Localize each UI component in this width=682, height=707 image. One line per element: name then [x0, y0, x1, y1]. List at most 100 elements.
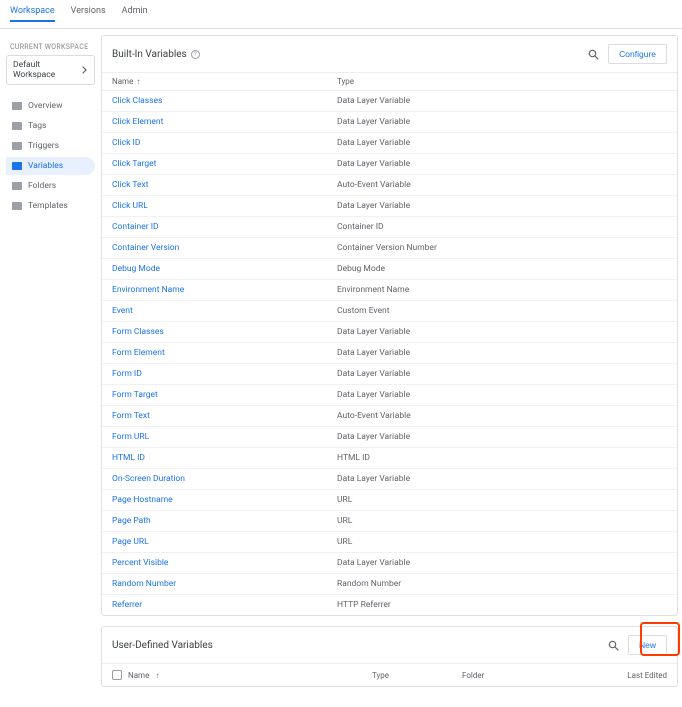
- sidebar-item-triggers[interactable]: Triggers: [6, 137, 95, 155]
- variable-link[interactable]: Click URL: [112, 201, 337, 211]
- table-row: Debug ModeDebug Mode: [102, 259, 677, 280]
- table-row: Container IDContainer ID: [102, 217, 677, 238]
- variable-link[interactable]: Event: [112, 306, 337, 316]
- search-icon[interactable]: [588, 49, 598, 59]
- sidebar-item-label: Templates: [28, 201, 68, 211]
- table-row: Form ElementData Layer Variable: [102, 343, 677, 364]
- variable-type: Auto-Event Variable: [337, 180, 667, 190]
- variable-link[interactable]: Page Path: [112, 516, 337, 526]
- variable-link[interactable]: Container ID: [112, 222, 337, 232]
- variable-type: URL: [337, 495, 667, 505]
- tab-admin[interactable]: Admin: [122, 6, 148, 22]
- table-row: Form IDData Layer Variable: [102, 364, 677, 385]
- udv-col-type-label[interactable]: Type: [372, 671, 462, 680]
- col-type-header[interactable]: Type: [337, 77, 667, 86]
- tab-versions[interactable]: Versions: [71, 6, 106, 22]
- sidebar-item-tags[interactable]: Tags: [6, 117, 95, 135]
- variable-type: Data Layer Variable: [337, 138, 667, 148]
- sidebar-item-label: Overview: [28, 101, 62, 111]
- side-nav: Overview Tags Triggers Variables Folders Temp…: [6, 97, 95, 215]
- udv-col-name-label[interactable]: Name: [128, 671, 149, 680]
- col-name-label: Name: [112, 77, 133, 86]
- variable-link[interactable]: Form URL: [112, 432, 337, 442]
- variable-link[interactable]: Referrer: [112, 600, 337, 610]
- variable-type: Data Layer Variable: [337, 432, 667, 442]
- builtin-table-body: Click ClassesData Layer VariableClick El…: [102, 91, 677, 615]
- chevron-right-icon: [82, 66, 88, 74]
- table-row: Click URLData Layer Variable: [102, 196, 677, 217]
- variable-type: Data Layer Variable: [337, 96, 667, 106]
- builtin-variables-card: Built-In Variables ? Configure Name ↑ Ty…: [101, 35, 678, 616]
- table-row: Page PathURL: [102, 511, 677, 532]
- select-all-checkbox[interactable]: [112, 670, 122, 680]
- table-row: Random NumberRandom Number: [102, 574, 677, 595]
- variable-link[interactable]: Page Hostname: [112, 495, 337, 505]
- configure-button[interactable]: Configure: [608, 44, 667, 64]
- info-icon[interactable]: ?: [191, 50, 200, 59]
- col-name-header[interactable]: Name ↑: [112, 77, 337, 86]
- variable-link[interactable]: Form ID: [112, 369, 337, 379]
- table-row: Percent VisibleData Layer Variable: [102, 553, 677, 574]
- variable-type: Auto-Event Variable: [337, 411, 667, 421]
- table-row: Container VersionContainer Version Numbe…: [102, 238, 677, 259]
- new-button[interactable]: New: [628, 635, 667, 655]
- variable-link[interactable]: Random Number: [112, 579, 337, 589]
- variable-type: Data Layer Variable: [337, 390, 667, 400]
- variable-type: Data Layer Variable: [337, 159, 667, 169]
- builtin-title: Built-In Variables ?: [112, 49, 200, 60]
- variable-type: Data Layer Variable: [337, 474, 667, 484]
- variable-link[interactable]: Form Target: [112, 390, 337, 400]
- table-row: Form URLData Layer Variable: [102, 427, 677, 448]
- variable-link[interactable]: Form Element: [112, 348, 337, 358]
- variable-link[interactable]: Click Text: [112, 180, 337, 190]
- variable-type: Debug Mode: [337, 264, 667, 274]
- folders-icon: [12, 182, 22, 190]
- table-row: Page URLURL: [102, 532, 677, 553]
- overview-icon: [12, 102, 22, 110]
- table-row: Form TargetData Layer Variable: [102, 385, 677, 406]
- sort-asc-icon: ↑: [155, 671, 159, 680]
- templates-icon: [12, 202, 22, 210]
- variable-link[interactable]: On-Screen Duration: [112, 474, 337, 484]
- variable-link[interactable]: Container Version: [112, 243, 337, 253]
- sidebar-item-folders[interactable]: Folders: [6, 177, 95, 195]
- variable-type: URL: [337, 516, 667, 526]
- variable-link[interactable]: Click Element: [112, 117, 337, 127]
- variable-link[interactable]: Click Classes: [112, 96, 337, 106]
- tab-workspace[interactable]: Workspace: [10, 6, 55, 22]
- variable-link[interactable]: Form Text: [112, 411, 337, 421]
- variable-type: HTML ID: [337, 453, 667, 463]
- sidebar-item-label: Tags: [28, 121, 46, 131]
- variable-link[interactable]: HTML ID: [112, 453, 337, 463]
- variable-link[interactable]: Form Classes: [112, 327, 337, 337]
- current-workspace-label: CURRENT WORKSPACE: [6, 37, 95, 55]
- udv-col-lastedited-label[interactable]: Last Edited: [582, 671, 667, 680]
- search-icon[interactable]: [608, 640, 618, 650]
- udv-col-folder-label[interactable]: Folder: [462, 671, 582, 680]
- variable-link[interactable]: Environment Name: [112, 285, 337, 295]
- sidebar-item-variables[interactable]: Variables: [6, 157, 95, 175]
- sidebar-item-overview[interactable]: Overview: [6, 97, 95, 115]
- variable-link[interactable]: Percent Visible: [112, 558, 337, 568]
- variable-type: HTTP Referrer: [337, 600, 667, 610]
- table-row: Click ElementData Layer Variable: [102, 112, 677, 133]
- workspace-selector[interactable]: Default Workspace: [6, 55, 95, 85]
- variable-type: Container ID: [337, 222, 667, 232]
- variable-type: Data Layer Variable: [337, 558, 667, 568]
- triggers-icon: [12, 142, 22, 150]
- variable-type: Data Layer Variable: [337, 369, 667, 379]
- table-row: EventCustom Event: [102, 301, 677, 322]
- user-defined-variables-card: User-Defined Variables New Name ↑ Type: [101, 626, 678, 687]
- table-row: Click IDData Layer Variable: [102, 133, 677, 154]
- variable-link[interactable]: Page URL: [112, 537, 337, 547]
- main-content: Built-In Variables ? Configure Name ↑ Ty…: [95, 29, 682, 707]
- variable-link[interactable]: Debug Mode: [112, 264, 337, 274]
- builtin-table-header: Name ↑ Type: [102, 72, 677, 91]
- sidebar-item-templates[interactable]: Templates: [6, 197, 95, 215]
- table-row: ReferrerHTTP Referrer: [102, 595, 677, 615]
- builtin-title-text: Built-In Variables: [112, 49, 187, 60]
- variable-link[interactable]: Click ID: [112, 138, 337, 148]
- variable-type: Container Version Number: [337, 243, 667, 253]
- table-row: Click TargetData Layer Variable: [102, 154, 677, 175]
- variable-link[interactable]: Click Target: [112, 159, 337, 169]
